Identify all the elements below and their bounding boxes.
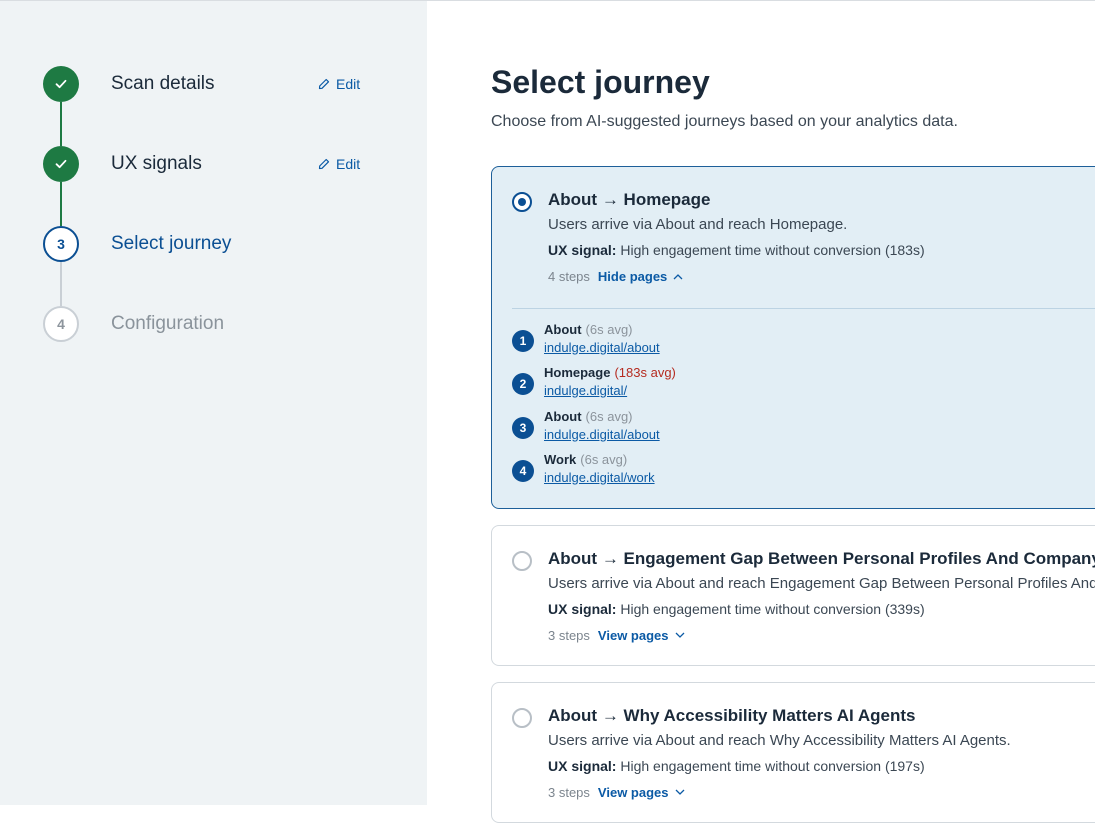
page-name: Work (6s avg) [544,452,627,467]
page-avg-time: (6s avg) [585,322,633,337]
toggle-label: Hide pages [597,269,668,284]
step-label: UX signals [111,153,202,174]
step-count: 4 steps [548,269,590,284]
edit-label: Edit [336,156,361,172]
page-url-link[interactable]: indulge.digital/about [544,340,660,355]
journey-radio[interactable] [512,708,532,728]
page-avg-time: (6s avg) [585,409,633,424]
step-select-journey: 3 Select journey [43,226,383,262]
chevron-up-icon [673,274,683,280]
chevron-down-icon [675,632,684,638]
journey-radio[interactable] [512,192,532,212]
step-count: 3 steps [548,628,590,643]
pencil-icon [318,158,330,170]
step-configuration: 4 Configuration [43,306,383,342]
page-url-link[interactable]: indulge.digital/about [544,427,660,442]
page-title: About [544,322,582,337]
step-ux-signals[interactable]: UX signals Edit [43,146,383,182]
page-name: Homepage (183s avg) [544,365,676,380]
page-subtitle: Choose from AI-suggested journeys based … [491,113,958,130]
step-connector [60,262,62,306]
journey-description: Users arrive via About and reach Homepag… [548,216,848,233]
edit-label: Edit [336,76,361,92]
ux-signal-text: High engagement time without conversion … [620,601,925,617]
page-step-number: 4 [512,460,534,482]
toggle-label: View pages [597,785,669,800]
journey-radio[interactable] [512,551,532,571]
page-url-link[interactable]: indulge.digital/work [544,470,655,485]
step-connector [60,182,62,226]
ux-signal-label: UX signal: [548,758,617,774]
page-title: About [544,409,582,424]
page-avg-time: (183s avg) [614,365,676,380]
page-title: Homepage [544,365,611,380]
journey-title: About → Homepage [548,190,711,209]
ux-signal-text: High engagement time without conversion … [620,758,925,774]
ux-signal-text: High engagement time without conversion … [620,242,925,258]
page-step-number: 1 [512,330,534,352]
journey-steps-row: 3 steps View pages [548,785,685,800]
pencil-icon [318,78,330,90]
step-scan-details[interactable]: Scan details Edit [43,66,383,102]
journey-card[interactable]: About → Homepage Users arrive via About … [491,166,1095,509]
journey-card[interactable]: About → Why Accessibility Matters AI Age… [491,682,1095,823]
journey-description: Users arrive via About and reach Why Acc… [548,732,1011,749]
step-number: 3 [43,226,79,262]
page-step-number: 2 [512,373,534,395]
journey-steps-row: 3 steps View pages [548,628,685,643]
journey-description: Users arrive via About and reach Engagem… [548,575,1095,592]
card-divider [512,308,1095,309]
journey-title: About → Why Accessibility Matters AI Age… [548,706,916,725]
step-complete-check-icon [43,146,79,182]
step-label: Scan details [111,73,215,94]
journey-title: About → Engagement Gap Between Personal … [548,549,1095,568]
edit-ux-signals-button[interactable]: Edit [318,156,360,172]
page-name: About (6s avg) [544,409,633,424]
step-label: Select journey [111,233,232,254]
ux-signal: UX signal: High engagement time without … [548,758,925,774]
step-connector [60,102,62,146]
page-step-number: 3 [512,417,534,439]
journey-card[interactable]: About → Engagement Gap Between Personal … [491,525,1095,666]
edit-scan-details-button[interactable]: Edit [318,76,360,92]
step-number: 4 [43,306,79,342]
hide-pages-toggle[interactable]: Hide pages [598,269,683,284]
view-pages-toggle[interactable]: View pages [598,628,685,643]
page-title: Work [544,452,577,467]
stepper-sidebar: Scan details Edit UX signals Edit 3 Sele… [0,1,427,805]
step-count: 3 steps [548,785,590,800]
ux-signal-label: UX signal: [548,242,617,258]
page-name: About (6s avg) [544,322,633,337]
view-pages-toggle[interactable]: View pages [598,785,685,800]
ux-signal: UX signal: High engagement time without … [548,601,925,617]
journey-steps-row: 4 steps Hide pages [548,269,683,284]
chevron-down-icon [675,789,684,795]
step-complete-check-icon [43,66,79,102]
ux-signal-label: UX signal: [548,601,617,617]
page-avg-time: (6s avg) [580,452,628,467]
page-url-link[interactable]: indulge.digital/ [544,383,627,398]
page-title: Select journey [491,64,710,100]
ux-signal: UX signal: High engagement time without … [548,242,925,258]
toggle-label: View pages [597,628,669,643]
step-label: Configuration [111,313,225,334]
